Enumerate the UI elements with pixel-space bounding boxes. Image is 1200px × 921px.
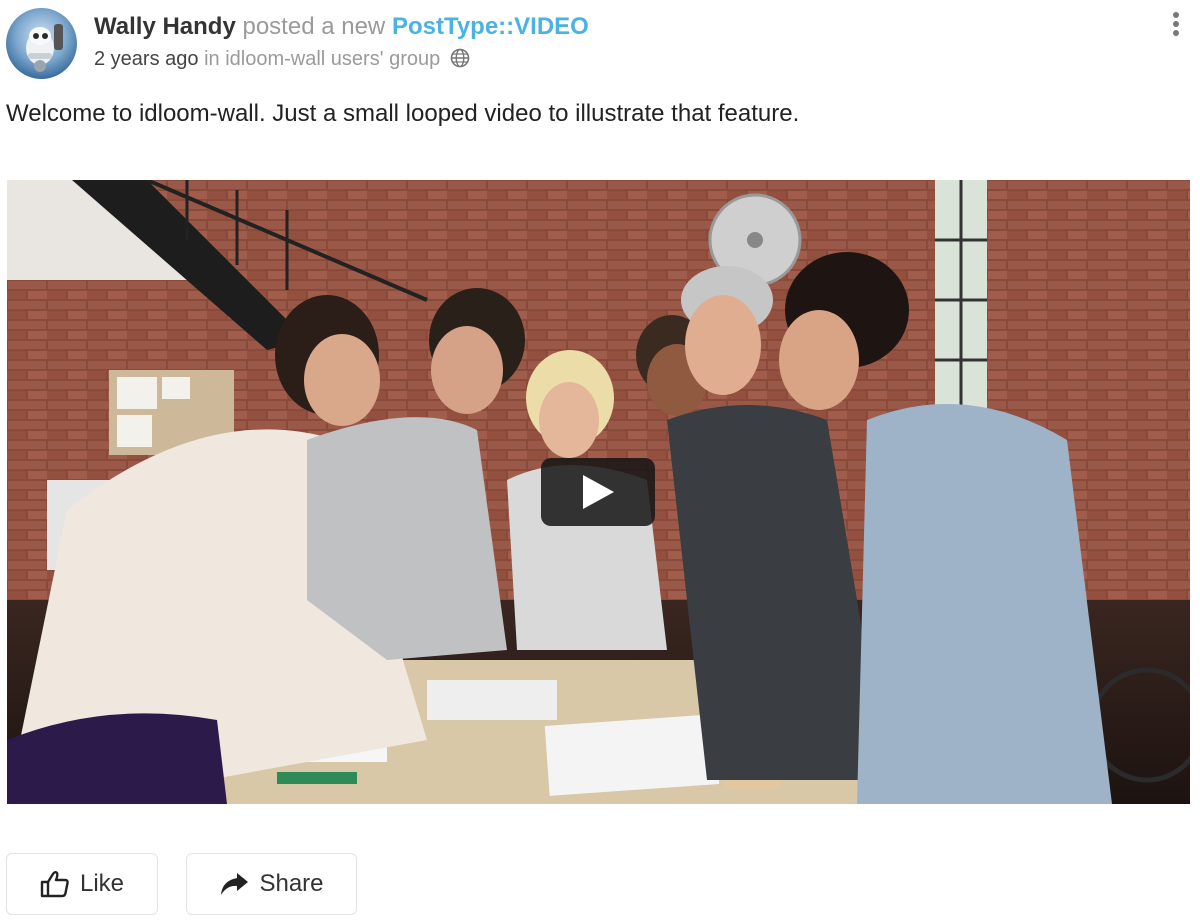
globe-icon	[450, 48, 470, 68]
like-button[interactable]: Like	[6, 853, 158, 915]
like-label: Like	[79, 870, 125, 897]
share-arrow-icon	[221, 873, 249, 895]
play-button[interactable]	[541, 458, 655, 526]
video-player[interactable]	[7, 180, 1190, 804]
kebab-menu-icon[interactable]	[1164, 8, 1188, 40]
post-meta: 2 years ago in idloom-wall users' group	[94, 45, 470, 73]
group-link[interactable]: idloom-wall users' group	[225, 48, 440, 70]
play-icon	[583, 475, 614, 509]
post-body: Welcome to idloom-wall. Just a small loo…	[6, 100, 800, 127]
post-timestamp: 2 years ago	[94, 48, 199, 70]
share-button[interactable]: Share	[186, 853, 357, 915]
post-header: Wally Handy posted a new PostType::VIDEO	[94, 12, 589, 42]
robot-avatar-image	[26, 24, 63, 72]
group-prefix: in	[204, 48, 220, 70]
post-type-link[interactable]: PostType::VIDEO	[392, 13, 589, 40]
author-avatar[interactable]	[6, 8, 77, 79]
share-label: Share	[259, 870, 324, 897]
post-action-text: posted a new	[242, 13, 386, 40]
author-name-link[interactable]: Wally Handy	[94, 13, 236, 40]
thumbs-up-icon	[40, 871, 69, 898]
